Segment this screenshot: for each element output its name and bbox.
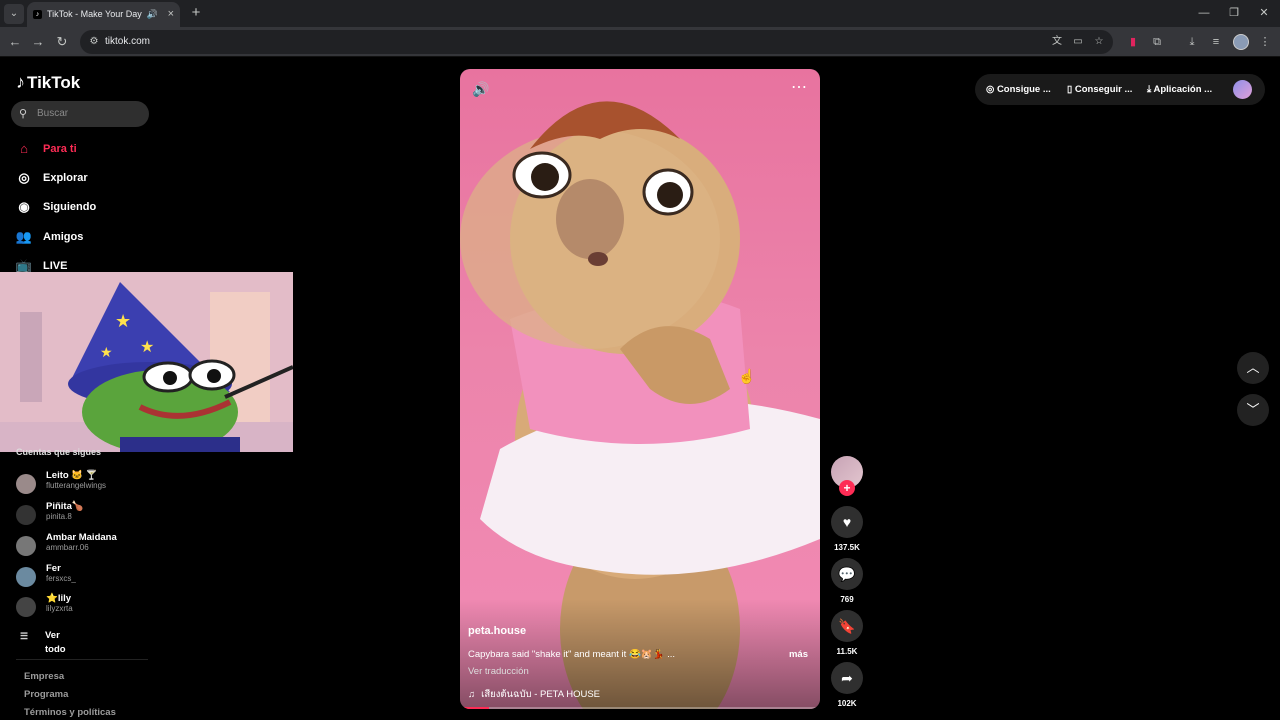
back-arrow-icon[interactable]: ← [5,32,25,52]
tab-close-button[interactable]: × [168,2,174,27]
extension-icon[interactable]: ▮ [1124,33,1142,51]
save-button[interactable]: 🔖 [831,610,863,642]
like-button[interactable]: ♥ [831,506,863,538]
tab-search-button[interactable]: ⌄ [4,4,24,24]
see-translation-link[interactable]: Ver traducción [468,666,529,677]
avatar [16,597,36,617]
desktop-app-button[interactable]: ⤓ Aplicación ... [1147,74,1212,105]
chevron-up-icon: ︿ [1246,360,1260,375]
site-info-icon[interactable]: ⚙ [86,34,102,50]
video-progress-fill [460,707,489,709]
window-close-button[interactable]: ✕ [1248,0,1280,27]
browser-tab-strip: ⌄ ♪ TikTok - Make Your Day 🔊 × + — ❐ ✕ [0,0,1280,27]
address-bar[interactable]: ⚙ tiktok.com 文 ▭ ☆ [80,30,1113,54]
sidebar-divider [16,659,148,660]
follow-plus-button[interactable]: + [839,480,855,496]
home-icon: ⌂ [20,141,28,156]
svg-text:★: ★ [100,345,113,361]
nav-item-for-you[interactable]: ⌂ Para ti [14,139,154,159]
comment-icon: 💬 [838,566,856,582]
user-avatar[interactable] [1233,80,1252,99]
video-author[interactable]: peta.house [468,625,526,637]
get-coins-button[interactable]: ◎ Consigue ... [986,74,1051,105]
following-icon: ◉ [18,199,30,214]
video-caption: Capybara said "shake it" and meant it 😂🐹… [468,649,675,660]
avatar [16,474,36,494]
bookmark-icon: 🔖 [838,618,856,634]
download-icon[interactable]: ⤓ [1183,33,1201,51]
coin-icon: ◎ [986,84,997,95]
following-accounts-heading: Cuentas que sigues [16,447,102,457]
bookmark-star-icon[interactable]: ☆ [1091,34,1107,50]
comment-button[interactable]: 💬 [831,558,863,590]
tiktok-favicon-icon: ♪ [33,10,42,19]
reload-icon[interactable]: ↻ [52,32,72,52]
nav-item-friends[interactable]: 👥 Amigos [14,227,154,247]
get-app-button[interactable]: ▯ Conseguir ... [1067,74,1132,105]
svg-text:★: ★ [140,337,154,356]
browser-tab[interactable]: ♪ TikTok - Make Your Day 🔊 × [27,2,180,27]
share-arrow-icon: ➦ [841,670,853,686]
heart-icon: ♥ [842,514,852,530]
kebab-menu-icon[interactable]: ⋮ [1256,33,1274,51]
following-account[interactable]: Ambar Maidana ammbarr.06 [16,532,156,558]
more-options-icon[interactable]: ⋯ [791,77,808,97]
video-player[interactable]: 🔊 ⋯ peta.house Capybara said "shake it" … [460,69,820,709]
extensions-puzzle-icon[interactable]: ⧉ [1148,33,1166,51]
comment-count: 769 [840,595,854,604]
hand-cursor-icon: ☝ [738,368,756,384]
avatar [16,536,36,556]
chevron-down-icon: ﹀ [1246,402,1260,417]
forward-arrow-icon[interactable]: → [28,32,48,52]
search-icon: ⚲ [19,108,28,120]
previous-video-button[interactable]: ︿ [1237,352,1269,384]
footer-link-program[interactable]: Programa [24,689,68,700]
avatar [16,505,36,525]
translate-icon[interactable]: 文 [1049,34,1065,50]
save-count: 11.5K [836,647,858,656]
list-icon: ☰ [20,631,29,641]
next-video-button[interactable]: ﹀ [1237,394,1269,426]
nav-item-explore[interactable]: ◎ Explorar [14,168,154,188]
music-note-icon: ♫ [468,689,476,700]
pepe-wizard-image: ★ ★ ★ [0,272,293,452]
footer-link-company[interactable]: Empresa [24,671,64,682]
compass-icon: ◎ [18,170,30,185]
share-button[interactable]: ➦ [831,662,863,694]
caption-more-link[interactable]: más [789,649,808,660]
window-restore-button[interactable]: ❐ [1218,0,1250,27]
tab-title: TikTok - Make Your Day [47,9,142,19]
tiktok-logo[interactable]: ♪ TikTok [16,72,80,92]
music-info[interactable]: ♫ เสียงต้นฉบับ - PETA HOUSE [468,687,600,702]
nav-item-following[interactable]: ◉ Siguiendo [14,197,154,217]
video-progress-bar[interactable] [460,707,820,709]
volume-icon[interactable]: 🔊 [472,81,489,98]
new-tab-button[interactable]: + [187,3,205,23]
footer-link-terms[interactable]: Términos y políticas [24,707,116,718]
streamer-overlay: ★ ★ ★ [0,272,293,452]
share-count: 102K [837,699,857,708]
header-actions: ◎ Consigue ... ▯ Conseguir ... ⤓ Aplicac… [975,74,1265,105]
tab-audio-icon[interactable]: 🔊 [147,2,158,27]
tiktok-note-icon: ♪ [16,72,25,92]
window-minimize-button[interactable]: — [1188,0,1220,27]
following-account[interactable]: Piñita🍗 pinita.8 [16,501,156,527]
media-controls-icon[interactable]: ≡ [1207,33,1225,51]
following-account[interactable]: ⭐lily lilyzxrta [16,593,156,619]
profile-avatar[interactable] [1233,34,1249,50]
browser-toolbar: ← → ↻ ⚙ tiktok.com 文 ▭ ☆ ▮ ⧉ ⤓ ≡ ⋮ [0,27,1280,57]
like-count: 137.5K [834,543,860,552]
avatar [16,567,36,587]
search-input[interactable]: ⚲ Buscar [11,101,149,127]
friends-icon: 👥 [15,229,33,244]
cast-icon[interactable]: ▭ [1070,34,1086,50]
phone-icon: ▯ [1067,84,1075,95]
svg-text:★: ★ [115,311,131,332]
following-account[interactable]: Fer fersxcs_ [16,563,156,589]
following-account[interactable]: Leito 🐱 🍸 flutterangelwings [16,470,156,496]
url-text[interactable]: tiktok.com [105,30,150,54]
